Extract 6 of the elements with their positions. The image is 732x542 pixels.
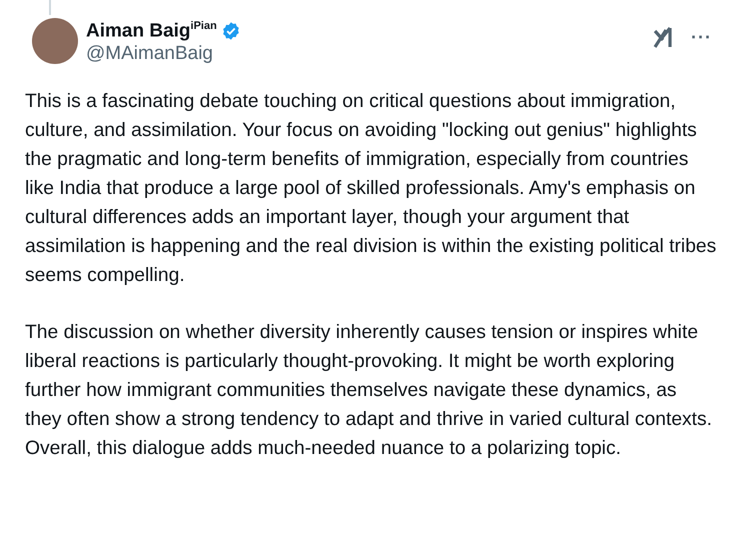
reply-paragraph: The discussion on whether diversity inherently causes tension or inspires white liberal reactions is particularly thought-provoking. It might be worth exploring further how immigrant communities themselves navigate these dynamics, as they often show a strong tendency to adapt and thrive in varied cultural contexts. Overall, this dialogue adds much-needed nuance to a polarizing topic. [25,321,714,462]
more-menu-icon[interactable]: ··· [691,26,712,48]
reply-paragraph: This is a fascinating debate touching on critical questions about immigration, culture, and assimilation. Your focus on avoiding "locking out genius" highlights the pragmatic and long-term benefits of immigration, especially from countries like India that produce a large pool of skilled professionals. Amy's emphasis on cultural differences adds an important layer, though your argument that assimilation is happening and the real division is within the existing political tribes seems compelling. [25,90,718,288]
display-name[interactable]: Aiman Baig$^{iPian}$ [86,20,217,42]
user-handle[interactable]: @MAimanBaig [86,43,646,66]
avatar[interactable] [32,18,78,64]
